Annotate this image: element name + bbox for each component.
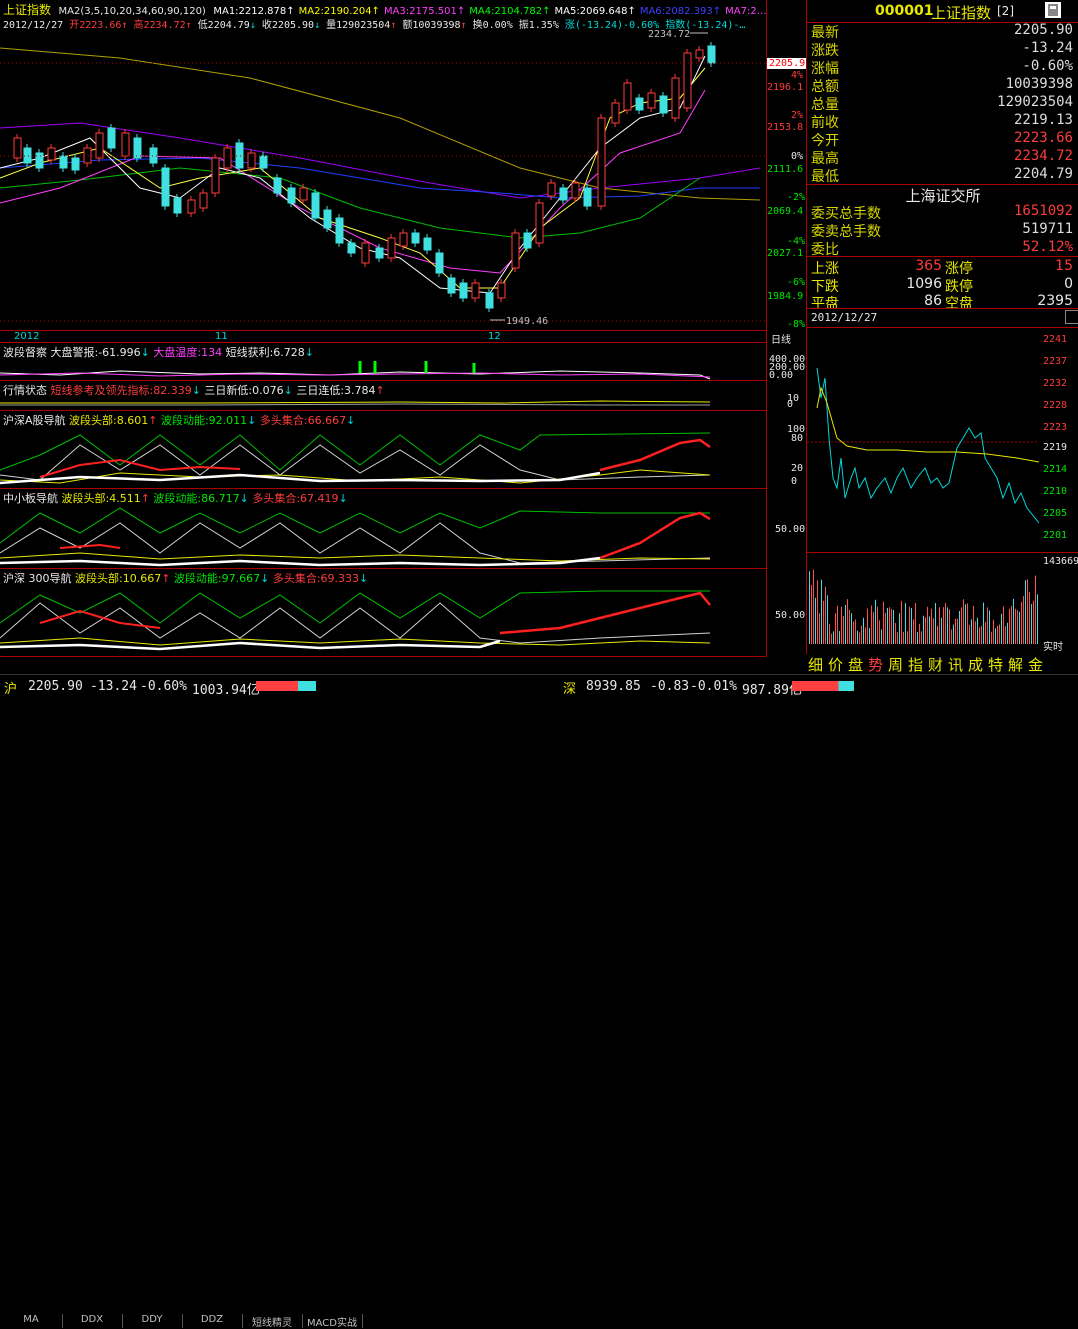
index-name: 上证指数 bbox=[3, 3, 51, 17]
quote-row: 最低 2204.79 bbox=[807, 166, 1078, 184]
pane-a-share-nav[interactable]: 沪深A股导航 波段头部:8.601↑ 波段动能:92.011↓ 多头集合:66.… bbox=[0, 410, 766, 489]
quote-tab-1[interactable]: 价 bbox=[828, 654, 843, 675]
quote-code: 000001 bbox=[875, 3, 933, 19]
limit-up-count: 15 bbox=[1037, 258, 1073, 274]
quote-row: 总额 10039398 bbox=[807, 76, 1078, 94]
sh-price: 2205.90 bbox=[28, 679, 83, 694]
sh-percent: -0.60% bbox=[140, 679, 187, 694]
day-label[interactable]: 日线 bbox=[771, 331, 791, 346]
tab-macd[interactable]: MACD实战 bbox=[302, 1314, 363, 1328]
intraday-price-svg bbox=[807, 328, 1039, 558]
intraday-panel[interactable]: 2012/12/27 2241 2237 2232 2228 2223 2219… bbox=[806, 308, 1078, 656]
tab-ddz[interactable]: DDZ bbox=[182, 1314, 243, 1328]
sz-breadth-bar bbox=[792, 681, 854, 691]
sh-label: 沪 bbox=[4, 678, 17, 697]
ma-line-blue bbox=[0, 158, 760, 198]
month-11: 11 bbox=[215, 331, 228, 342]
sz-change: -0.83 bbox=[650, 679, 689, 694]
quote-row: 涨跌 -13.24 bbox=[807, 40, 1078, 58]
quote-row: 涨幅 -0.60% bbox=[807, 58, 1078, 76]
empty-count: 2395 bbox=[1029, 293, 1073, 309]
quote-tab-10[interactable]: 解 bbox=[1008, 654, 1023, 675]
limit-down-count: 0 bbox=[1037, 276, 1073, 292]
expand-icon[interactable] bbox=[1065, 310, 1078, 324]
quote-tab-3[interactable]: 势 bbox=[868, 654, 883, 675]
price-axis: 2205.9 4% 2196.1 2% 2153.8 0% 2111.6 -2%… bbox=[766, 0, 807, 656]
breadth-section: 上涨 365 涨停 15 下跌 1096 跌停 0 平盘 86 空盘 2395 bbox=[807, 256, 1078, 311]
quote-row: 最新 2205.90 bbox=[807, 22, 1078, 40]
ma-line-olive bbox=[0, 48, 760, 200]
exchange-section: 上海证交所 bbox=[807, 184, 1078, 205]
intraday-volume-svg bbox=[807, 556, 1039, 644]
intraday-date: 2012/12/27 bbox=[811, 311, 877, 324]
quote-title-bar: 000001 上证指数 [2] bbox=[807, 0, 1078, 23]
quote-badge: [2] bbox=[997, 4, 1014, 18]
sh-change: -13.24 bbox=[90, 679, 137, 694]
tab-ma[interactable]: MA bbox=[0, 1314, 63, 1328]
indicator-tabs: MA DDX DDY DDZ 短线精灵 MACD实战 bbox=[0, 656, 766, 673]
candlesticks bbox=[14, 42, 715, 312]
quote-row: 委比 52.12% bbox=[807, 239, 1078, 257]
quote-row: 最高 2234.72 bbox=[807, 148, 1078, 166]
quote-row: 今开 2223.66 bbox=[807, 130, 1078, 148]
sz-percent: -0.01% bbox=[690, 679, 737, 694]
pane-hs300-nav[interactable]: 沪深 300导航 波段头部:10.667↑ 波段动能:97.667↓ 多头集合:… bbox=[0, 568, 766, 657]
sz-label: 深 bbox=[563, 678, 576, 697]
realtime-label[interactable]: 实时 bbox=[1043, 638, 1063, 653]
flat-count: 86 bbox=[902, 293, 942, 309]
sh-amount: 1003.94亿 bbox=[192, 679, 260, 698]
quote-tab-6[interactable]: 财 bbox=[928, 654, 943, 675]
settings-icon[interactable] bbox=[1045, 2, 1061, 18]
quote-name: 上证指数 bbox=[931, 2, 991, 23]
month-12: 12 bbox=[488, 331, 501, 342]
quote-tab-8[interactable]: 成 bbox=[968, 654, 983, 675]
quote-tab-0[interactable]: 细 bbox=[808, 654, 823, 675]
tab-ddy[interactable]: DDY bbox=[122, 1314, 183, 1328]
quote-tab-2[interactable]: 盘 bbox=[848, 654, 863, 675]
quote-row: 委卖总手数 519711 bbox=[807, 221, 1078, 239]
up-count: 365 bbox=[912, 258, 942, 274]
quote-tab-4[interactable]: 周 bbox=[888, 654, 903, 675]
quote-tab-9[interactable]: 特 bbox=[988, 654, 1003, 675]
pane-market-state[interactable]: 行情状态 短线参考及领先指标:82.339↓ 三日新低:0.076↓ 三日连低:… bbox=[0, 380, 766, 411]
quote-row: 委买总手数 1651092 bbox=[807, 203, 1078, 221]
kline-svg: 2234.72 1949.46 bbox=[0, 28, 766, 330]
quote-panel: 000001 上证指数 [2] 最新 2205.90 涨跌 -13.24 涨幅 -0.60… bbox=[806, 0, 1078, 308]
pane-band-watch[interactable]: 波段督察 大盘警报:-61.996↓ 大盘温度:134 短线获利:6.728↓ bbox=[0, 342, 766, 381]
quote-row: 前收 2219.13 bbox=[807, 112, 1078, 130]
tab-short-line[interactable]: 短线精灵 bbox=[242, 1314, 303, 1328]
quote-row: 总量 129023504 bbox=[807, 94, 1078, 112]
quote-tab-7[interactable]: 讯 bbox=[948, 654, 963, 675]
status-bar: 沪 2205.90 -13.24 -0.60% 1003.94亿 深 8939.… bbox=[0, 674, 1078, 697]
sh-breadth-bar bbox=[256, 681, 316, 691]
volume-top: 143669 bbox=[1043, 556, 1078, 567]
low-mark: 1949.46 bbox=[506, 316, 548, 327]
tab-ddx[interactable]: DDX bbox=[62, 1314, 123, 1328]
sz-price: 8939.85 bbox=[586, 679, 641, 694]
current-price-tag: 2205.9 bbox=[767, 58, 807, 69]
high-mark: 2234.72 bbox=[648, 29, 690, 40]
quote-tab-11[interactable]: 金 bbox=[1028, 654, 1043, 675]
pane-smallcap-nav[interactable]: 中小板导航 波段头部:4.511↑ 波段动能:86.717↓ 多头集合:67.4… bbox=[0, 488, 766, 569]
quote-tab-5[interactable]: 指 bbox=[908, 654, 923, 675]
month-2012: 2012 bbox=[14, 331, 39, 342]
down-count: 1096 bbox=[902, 276, 942, 292]
quote-tabs: 细价盘势周指财讯成特解金 bbox=[806, 654, 1078, 674]
kline-chart-area[interactable]: 上证指数 MA2(3,5,10,20,34,60,90,120) MA1:221… bbox=[0, 0, 766, 656]
